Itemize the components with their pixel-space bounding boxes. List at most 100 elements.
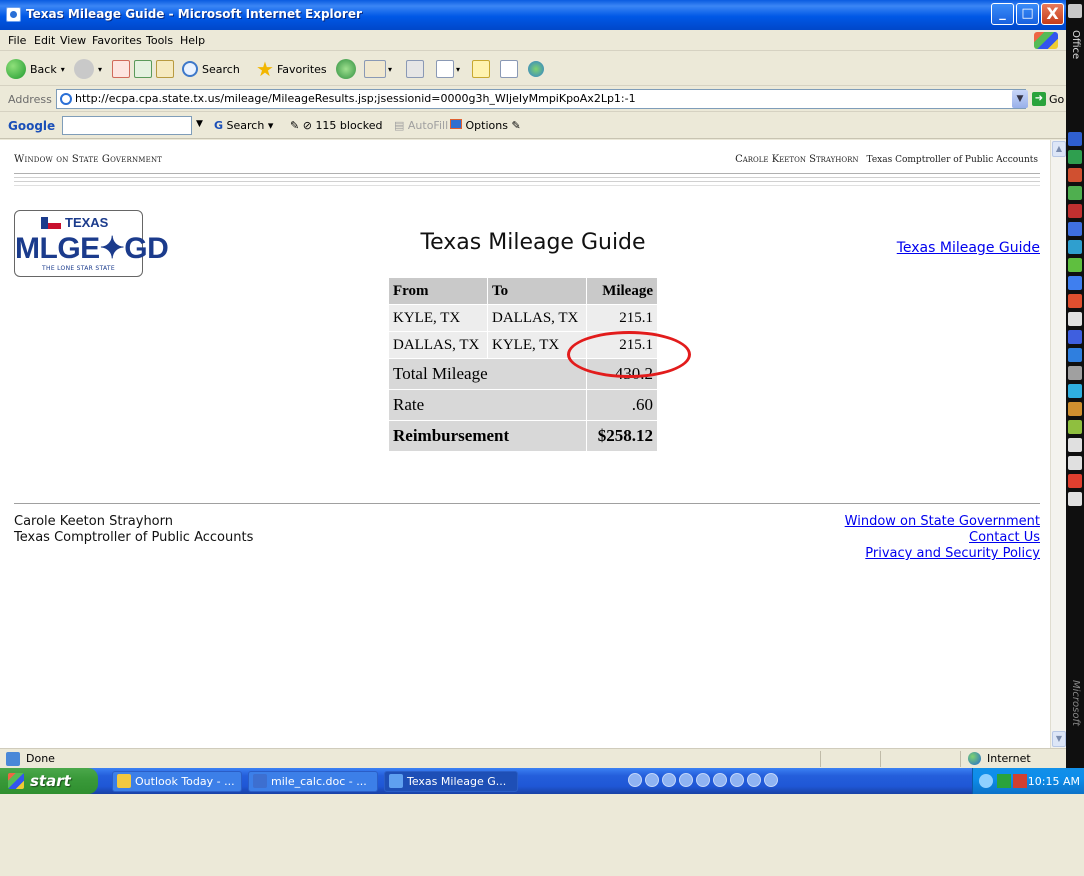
go-button[interactable]: ➜ Go — [1032, 92, 1064, 106]
total-mileage-label: Total Mileage — [389, 359, 586, 389]
header-rule — [14, 185, 1040, 186]
frontpage-shortcut-icon[interactable] — [1068, 240, 1082, 254]
media-icon[interactable] — [662, 773, 676, 787]
reimbursement-value: $258.12 — [587, 421, 657, 451]
footer-comptroller: Carole Keeton Strayhorn Texas Comptrolle… — [14, 514, 253, 546]
contact-us-link[interactable]: Contact Us — [845, 530, 1040, 546]
taskbar-item-outlook[interactable]: Outlook Today - ... — [112, 771, 242, 792]
shortcut-icon[interactable] — [1068, 456, 1082, 470]
shortcut-icon[interactable] — [1068, 330, 1082, 344]
task-label: Outlook Today - ... — [135, 775, 235, 788]
history-button[interactable] — [336, 58, 360, 80]
vertical-scrollbar[interactable]: ▲ ▼ — [1050, 140, 1066, 748]
media-icon[interactable] — [713, 773, 727, 787]
shortcut-icon[interactable] — [1068, 474, 1082, 488]
media-icon[interactable] — [730, 773, 744, 787]
forward-button[interactable]: ▾ — [74, 58, 102, 80]
privacy-policy-link[interactable]: Privacy and Security Policy — [845, 546, 1040, 562]
scroll-up-button[interactable]: ▲ — [1052, 141, 1066, 157]
powerpoint-shortcut-icon[interactable] — [1068, 168, 1082, 182]
options-button[interactable]: Options ✎ — [450, 119, 521, 132]
reimbursement-row: Reimbursement $258.12 — [389, 421, 657, 451]
page-done-icon — [6, 752, 20, 766]
media-icon[interactable] — [628, 773, 642, 787]
home-button[interactable] — [156, 58, 174, 80]
menu-file[interactable]: File — [8, 34, 26, 47]
excel-shortcut-icon[interactable] — [1068, 150, 1082, 164]
word-shortcut-icon[interactable] — [1068, 132, 1082, 146]
scroll-down-button[interactable]: ▼ — [1052, 731, 1066, 747]
minimize-button[interactable]: _ — [991, 3, 1014, 25]
popup-blocker[interactable]: ✎ ⊘ 115 blocked — [290, 119, 382, 132]
menu-help[interactable]: Help — [180, 34, 205, 47]
rate-label: Rate — [389, 390, 586, 420]
media-controls — [628, 773, 778, 787]
shortcut-icon[interactable] — [1068, 312, 1082, 326]
standard-toolbar: Back ▾ ▾ Search ★ Favorites ▾ ▾ — [0, 52, 1066, 86]
plate-state: TEXAS — [65, 215, 109, 230]
window-on-state-government-link[interactable]: Window on State Government — [845, 514, 1040, 530]
mail-button[interactable]: ▾ — [364, 58, 392, 80]
menu-tools[interactable]: Tools — [146, 34, 173, 47]
access-shortcut-icon[interactable] — [1068, 204, 1082, 218]
favorites-button[interactable]: ★ Favorites — [256, 57, 327, 81]
shortcut-icon[interactable] — [1068, 294, 1082, 308]
google-search-input[interactable] — [62, 116, 192, 135]
security-zone: Internet — [968, 752, 1031, 765]
header-window-on-state-government: Window on State Government — [14, 154, 163, 165]
title-bar[interactable]: Texas Mileage Guide - Microsoft Internet… — [0, 0, 1066, 30]
address-dropdown[interactable]: ▼ — [1012, 90, 1028, 108]
google-dropdown[interactable]: ▼ — [196, 119, 203, 129]
shortcut-icon[interactable] — [1068, 402, 1082, 416]
edit-button[interactable]: ▾ — [436, 58, 460, 80]
tray-security-icon[interactable] — [1013, 774, 1027, 788]
media-icon[interactable] — [679, 773, 693, 787]
office-bar-icon[interactable] — [1068, 4, 1082, 18]
tray-expand-icon[interactable] — [979, 774, 993, 788]
shortcut-icon[interactable] — [1068, 438, 1082, 452]
shortcut-icon[interactable] — [1068, 384, 1082, 398]
go-label: Go — [1049, 92, 1065, 106]
media-icon[interactable] — [645, 773, 659, 787]
menu-view[interactable]: View — [60, 34, 86, 47]
research-button[interactable] — [500, 58, 518, 80]
discuss-button[interactable] — [472, 58, 490, 80]
window-title: Texas Mileage Guide - Microsoft Internet… — [26, 7, 362, 21]
autofill-button[interactable]: ▤ AutoFill — [394, 119, 448, 132]
status-separator — [880, 751, 881, 767]
messenger-button[interactable] — [528, 58, 548, 80]
table-row: KYLE, TX DALLAS, TX 215.1 — [389, 305, 657, 331]
shortcut-icon[interactable] — [1068, 420, 1082, 434]
browser-window: Texas Mileage Guide - Microsoft Internet… — [0, 0, 1066, 850]
media-icon[interactable] — [747, 773, 761, 787]
header-comptroller-name: Carole Keeton Strayhorn — [735, 154, 859, 165]
google-logo[interactable]: Google — [8, 119, 55, 133]
outlook-shortcut-icon[interactable] — [1068, 222, 1082, 236]
taskbar-item-word[interactable]: mile_calc.doc - ... — [248, 771, 378, 792]
shortcut-icon[interactable] — [1068, 348, 1082, 362]
shortcut-icon[interactable] — [1068, 492, 1082, 506]
menu-favorites[interactable]: Favorites — [92, 34, 142, 47]
search-button[interactable]: Search — [182, 58, 240, 80]
visio-shortcut-icon[interactable] — [1068, 276, 1082, 290]
publisher-shortcut-icon[interactable] — [1068, 186, 1082, 200]
stop-button[interactable] — [112, 58, 130, 80]
media-icon[interactable] — [696, 773, 710, 787]
menu-edit[interactable]: Edit — [34, 34, 55, 47]
clock[interactable]: 10:15 AM — [1028, 775, 1080, 788]
ie-taskbar-icon — [389, 774, 403, 788]
close-button[interactable]: X — [1041, 3, 1064, 25]
page-title-text: Texas Mileage Guide — [420, 230, 646, 255]
google-search-button[interactable]: G Search ▾ — [214, 119, 273, 132]
taskbar-item-ie[interactable]: Texas Mileage G... — [384, 771, 518, 792]
back-button[interactable]: Back ▾ — [6, 58, 65, 80]
shortcut-icon[interactable] — [1068, 366, 1082, 380]
start-button[interactable]: start — [0, 768, 98, 794]
address-input[interactable]: http://ecpa.cpa.state.tx.us/mileage/Mile… — [56, 89, 1026, 109]
media-icon[interactable] — [764, 773, 778, 787]
refresh-button[interactable] — [134, 58, 152, 80]
print-button[interactable] — [406, 58, 424, 80]
tray-network-icon[interactable] — [997, 774, 1011, 788]
maximize-button[interactable]: □ — [1016, 3, 1039, 25]
project-shortcut-icon[interactable] — [1068, 258, 1082, 272]
